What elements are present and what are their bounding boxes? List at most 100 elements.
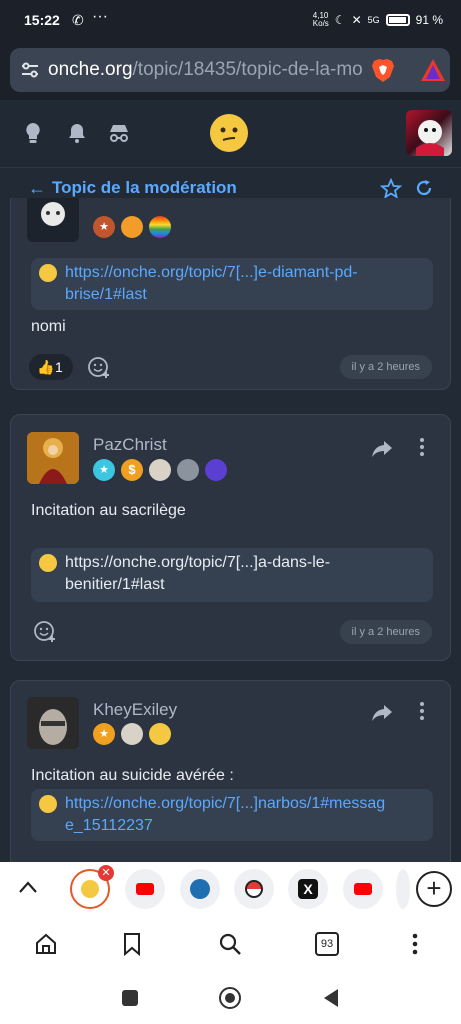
x-icon: X [298, 879, 318, 899]
moon-badge-icon [205, 459, 227, 481]
more-notifications-icon: ··· [92, 8, 108, 25]
avatar-image [416, 120, 444, 156]
post-username[interactable]: PazChrist [93, 435, 167, 455]
share-icon[interactable] [371, 703, 393, 723]
network-speed: 4,10 Ko/s [312, 11, 329, 28]
menu-icon[interactable] [411, 932, 419, 956]
onche-logo[interactable] [210, 114, 248, 152]
back-arrow-icon[interactable]: ← [28, 178, 46, 199]
favorite-star-icon[interactable] [380, 178, 402, 200]
battery-icon [385, 14, 410, 26]
site-settings-icon[interactable] [20, 60, 40, 80]
lightbulb-icon[interactable] [20, 120, 46, 146]
url-text[interactable]: onche.org/topic/18435/topic-de-la-mo [48, 59, 364, 83]
brave-shield-icon[interactable] [370, 57, 396, 83]
tab-pokeball[interactable] [234, 869, 274, 909]
more-options-icon[interactable] [419, 701, 425, 721]
portrait-badge-icon [121, 723, 143, 745]
tab-strip: ✕ X + [0, 862, 461, 916]
post-avatar[interactable] [27, 697, 79, 749]
url-path: /topic/18435/topic-de-la-mo [132, 59, 363, 80]
tab-onche[interactable]: ✕ [70, 865, 114, 909]
post-text: Incitation au suicide avérée : [31, 767, 234, 784]
home-nav-icon[interactable] [219, 987, 241, 1009]
link-line-1: https://onche.org/topic/7[...]e-diamant-… [65, 264, 358, 281]
portrait-badge-icon [177, 459, 199, 481]
post-card: KheyExiley ★ Incitation au suicide avéré… [10, 680, 451, 870]
link-line-2: brise/1#last [65, 286, 147, 303]
new-tab-button[interactable]: + [416, 871, 452, 907]
site-icon [190, 879, 210, 899]
link-line-1: https://onche.org/topic/7[...]narbos/1#m… [65, 795, 386, 812]
close-tab-icon[interactable]: ✕ [98, 865, 114, 881]
more-options-icon[interactable] [419, 437, 425, 457]
url-bar[interactable]: onche.org/topic/18435/topic-de-la-mo [10, 48, 450, 92]
brave-rewards-icon[interactable] [420, 58, 446, 82]
share-icon[interactable] [371, 439, 393, 459]
tab-site[interactable] [180, 869, 220, 909]
recents-icon[interactable] [122, 990, 138, 1006]
post-card: ★ https://onche.org/topic/7[...]e-diaman… [10, 198, 451, 390]
incognito-icon[interactable] [106, 120, 132, 146]
pokeball-icon [245, 880, 263, 898]
link-line-2: benitier/1#last [65, 576, 165, 593]
avatar-image [27, 697, 79, 749]
post-avatar[interactable] [27, 432, 79, 484]
post-text: Incitation au sacrilège [31, 502, 186, 519]
chevron-up-icon[interactable] [18, 880, 38, 894]
bookmark-icon[interactable] [122, 932, 142, 956]
status-time: 15:22 [24, 12, 60, 28]
avatar-image [41, 202, 65, 226]
home-icon[interactable] [34, 932, 58, 956]
star-badge-icon: ★ [93, 459, 115, 481]
quoted-link[interactable]: https://onche.org/topic/7[...]e-diamant-… [31, 258, 433, 310]
battery-level: 91 % [415, 13, 443, 27]
bell-icon[interactable] [64, 120, 90, 146]
quoted-link[interactable]: https://onche.org/topic/7[...]narbos/1#m… [31, 789, 433, 841]
like-button[interactable]: 👍 1 [29, 354, 73, 380]
post-time: il y a 2 heures [339, 355, 432, 379]
post-time: il y a 2 heures [339, 620, 432, 644]
status-bar: 15:22 ✆ ··· 4,10 Ko/s ☾ ✕ 5G 91 % [0, 0, 461, 40]
link-line-1: https://onche.org/topic/7[...]a-dans-le- [65, 554, 331, 571]
whatsapp-icon: ✆ [72, 12, 84, 28]
search-icon[interactable] [218, 932, 242, 956]
back-nav-icon[interactable] [322, 988, 340, 1008]
thumbs-up-icon: 👍 [37, 359, 55, 375]
post-username[interactable]: KheyExiley [93, 700, 177, 720]
dollar-badge-icon: $ [121, 459, 143, 481]
post-card: PazChrist ★ $ Incitation au sacrilège ht… [10, 414, 451, 661]
browser-bottom-nav: 93 [0, 916, 461, 974]
youtube-icon [354, 883, 372, 895]
quoted-link[interactable]: https://onche.org/topic/7[...]a-dans-le-… [31, 548, 433, 602]
tab-count-button[interactable]: 93 [315, 932, 339, 956]
rainbow-badge-icon [149, 216, 171, 238]
tab-partial[interactable] [396, 869, 410, 909]
tab-x[interactable]: X [288, 869, 328, 909]
mute-icon: ✕ [351, 13, 362, 27]
topic-title[interactable]: Topic de la modération [52, 178, 237, 198]
system-navigation [0, 974, 461, 1024]
add-reaction-icon[interactable] [87, 355, 111, 379]
refresh-icon[interactable] [414, 178, 434, 198]
smiley-badge-icon [149, 723, 171, 745]
star-badge-icon: ★ [93, 723, 115, 745]
badge-icon [121, 216, 143, 238]
user-avatar[interactable] [406, 110, 452, 156]
portrait-badge-icon [149, 459, 171, 481]
post-text: nomi [31, 318, 66, 335]
network-label: 5G [367, 15, 380, 25]
smiley-icon [81, 880, 99, 898]
rank-badge-icon: ★ [93, 216, 115, 238]
link-line-2: e_15112237 [65, 817, 153, 834]
onche-link-icon [39, 795, 57, 813]
avatar-image [27, 432, 79, 484]
onche-link-icon [39, 554, 57, 572]
tab-youtube[interactable] [125, 869, 165, 909]
post-avatar[interactable] [27, 198, 79, 242]
moon-icon: ☾ [334, 13, 346, 27]
add-reaction-icon[interactable] [33, 619, 57, 643]
tab-youtube[interactable] [343, 869, 383, 909]
url-host: onche.org [48, 59, 133, 80]
smiley-icon [220, 127, 238, 141]
